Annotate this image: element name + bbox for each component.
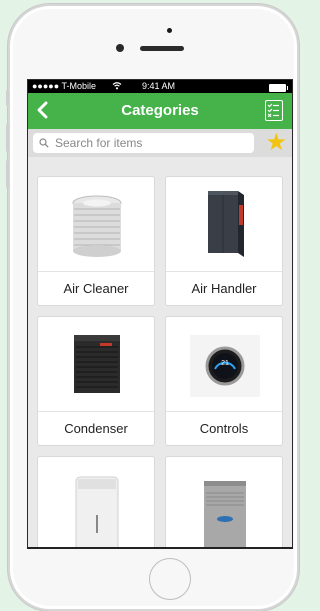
app-screen: ●●●●● T-Mobile 9:41 AM Categories Search… xyxy=(27,79,293,549)
category-card-furnace[interactable] xyxy=(165,456,283,547)
category-card-air-handler[interactable]: Air Handler xyxy=(165,176,283,306)
home-button[interactable] xyxy=(149,558,191,600)
volume-up-button xyxy=(6,124,9,152)
checklist-button[interactable] xyxy=(265,100,283,121)
category-card-condenser[interactable]: Condenser xyxy=(37,316,155,446)
search-row: Search for items ★ xyxy=(28,129,292,157)
front-camera xyxy=(116,44,124,52)
search-placeholder: Search for items xyxy=(55,136,143,150)
air-cleaner-image xyxy=(38,177,154,273)
carrier-label: ●●●●● T-Mobile xyxy=(32,81,97,91)
star-icon[interactable]: ★ xyxy=(265,131,287,155)
category-label: Air Handler xyxy=(166,271,282,305)
status-bar: ●●●●● T-Mobile 9:41 AM xyxy=(28,80,292,93)
page-title: Categories xyxy=(121,102,199,119)
category-card-controls[interactable]: 21 Controls xyxy=(165,316,283,446)
dehumidifier-image xyxy=(38,457,154,547)
air-handler-image xyxy=(166,177,282,273)
controls-image: 21 xyxy=(166,317,282,413)
category-grid: Air Cleaner Air Handler Condenser 21 Con… xyxy=(28,157,292,547)
clock: 9:41 AM xyxy=(142,81,176,91)
category-label: Controls xyxy=(166,411,282,445)
category-label: Condenser xyxy=(38,411,154,445)
checklist-icon xyxy=(267,103,279,118)
furnace-image xyxy=(166,457,282,547)
nav-bar: Categories xyxy=(28,93,292,129)
condenser-image xyxy=(38,317,154,413)
mute-switch xyxy=(6,90,9,106)
category-label: Air Cleaner xyxy=(38,271,154,305)
category-card-dehumidifier[interactable] xyxy=(37,456,155,547)
search-input[interactable]: Search for items xyxy=(33,133,254,153)
earpiece-speaker xyxy=(140,46,184,51)
battery-icon xyxy=(269,84,288,92)
proximity-sensor xyxy=(167,28,172,33)
search-icon xyxy=(39,138,49,148)
category-card-air-cleaner[interactable]: Air Cleaner xyxy=(37,176,155,306)
volume-down-button xyxy=(6,160,9,188)
thermostat-reading: 21 xyxy=(221,360,229,367)
